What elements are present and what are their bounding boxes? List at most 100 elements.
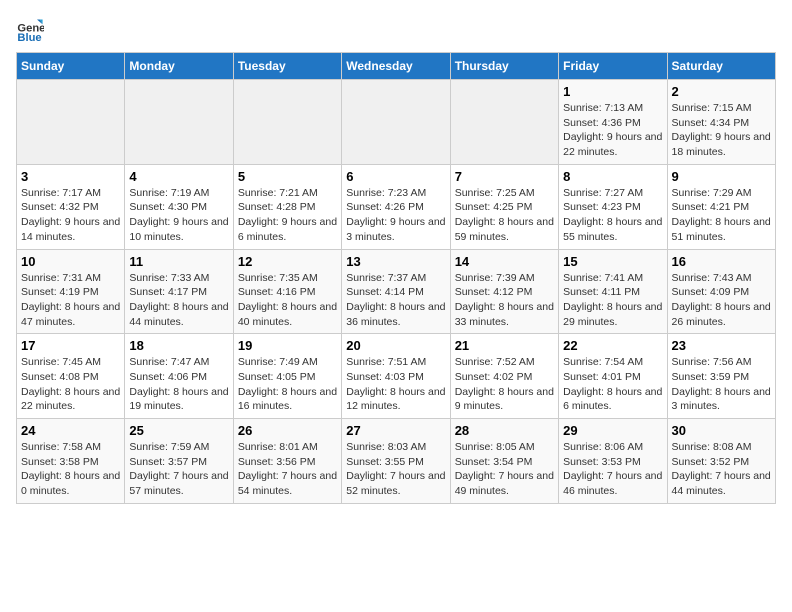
day-info: Sunrise: 7:47 AM Sunset: 4:06 PM Dayligh… bbox=[129, 355, 228, 414]
calendar-cell: 3 Sunrise: 7:17 AM Sunset: 4:32 PM Daylig… bbox=[17, 164, 125, 249]
day-info: Sunrise: 7:59 AM Sunset: 3:57 PM Dayligh… bbox=[129, 440, 228, 499]
calendar-cell: 28 Sunrise: 8:05 AM Sunset: 3:54 PM Dayli… bbox=[450, 419, 558, 504]
day-info: Sunrise: 8:01 AM Sunset: 3:56 PM Dayligh… bbox=[238, 440, 337, 499]
day-number: 4 bbox=[129, 169, 228, 184]
calendar-cell: 29Sunrise: 8:06 AM Sunset: 3:53 PM Dayli… bbox=[559, 419, 667, 504]
logo: General Blue bbox=[16, 16, 44, 44]
calendar-cell: 23Sunrise: 7:56 AM Sunset: 3:59 PM Dayli… bbox=[667, 334, 775, 419]
calendar-cell: 2Sunrise: 7:15 AM Sunset: 4:34 PM Daylig… bbox=[667, 80, 775, 165]
day-info: Sunrise: 8:06 AM Sunset: 3:53 PM Dayligh… bbox=[563, 440, 662, 499]
calendar-week-row: 1 Sunrise: 7:13 AM Sunset: 4:36 PM Daylig… bbox=[17, 80, 776, 165]
calendar-cell: 4 Sunrise: 7:19 AM Sunset: 4:30 PM Daylig… bbox=[125, 164, 233, 249]
calendar-cell: 9 Sunrise: 7:29 AM Sunset: 4:21 PM Daylig… bbox=[667, 164, 775, 249]
day-info: Sunrise: 7:29 AM Sunset: 4:21 PM Dayligh… bbox=[672, 186, 771, 245]
calendar-cell: 5 Sunrise: 7:21 AM Sunset: 4:28 PM Daylig… bbox=[233, 164, 341, 249]
calendar-cell: 11 Sunrise: 7:33 AM Sunset: 4:17 PM Dayli… bbox=[125, 249, 233, 334]
day-number: 30 bbox=[672, 423, 771, 438]
day-info: Sunrise: 7:37 AM Sunset: 4:14 PM Dayligh… bbox=[346, 271, 445, 330]
day-number: 5 bbox=[238, 169, 337, 184]
calendar-cell: 24 Sunrise: 7:58 AM Sunset: 3:58 PM Dayli… bbox=[17, 419, 125, 504]
logo-icon: General Blue bbox=[16, 16, 44, 44]
day-header-friday: Friday bbox=[559, 53, 667, 80]
calendar-cell: 21 Sunrise: 7:52 AM Sunset: 4:02 PM Dayli… bbox=[450, 334, 558, 419]
day-number: 8 bbox=[563, 169, 662, 184]
day-number: 6 bbox=[346, 169, 445, 184]
day-info: Sunrise: 7:58 AM Sunset: 3:58 PM Dayligh… bbox=[21, 440, 120, 499]
calendar-cell: 14 Sunrise: 7:39 AM Sunset: 4:12 PM Dayli… bbox=[450, 249, 558, 334]
day-info: Sunrise: 7:25 AM Sunset: 4:25 PM Dayligh… bbox=[455, 186, 554, 245]
day-info: Sunrise: 7:41 AM Sunset: 4:11 PM Dayligh… bbox=[563, 271, 662, 330]
calendar-cell: 25 Sunrise: 7:59 AM Sunset: 3:57 PM Dayli… bbox=[125, 419, 233, 504]
day-number: 16 bbox=[672, 254, 771, 269]
day-number: 18 bbox=[129, 338, 228, 353]
calendar-cell: 10Sunrise: 7:31 AM Sunset: 4:19 PM Dayli… bbox=[17, 249, 125, 334]
calendar-cell bbox=[125, 80, 233, 165]
day-info: Sunrise: 7:23 AM Sunset: 4:26 PM Dayligh… bbox=[346, 186, 445, 245]
calendar-cell: 6 Sunrise: 7:23 AM Sunset: 4:26 PM Daylig… bbox=[342, 164, 450, 249]
calendar-cell: 27Sunrise: 8:03 AM Sunset: 3:55 PM Dayli… bbox=[342, 419, 450, 504]
calendar-cell bbox=[342, 80, 450, 165]
day-info: Sunrise: 7:49 AM Sunset: 4:05 PM Dayligh… bbox=[238, 355, 337, 414]
day-info: Sunrise: 8:05 AM Sunset: 3:54 PM Dayligh… bbox=[455, 440, 554, 499]
day-info: Sunrise: 8:08 AM Sunset: 3:52 PM Dayligh… bbox=[672, 440, 771, 499]
calendar-cell: 15 Sunrise: 7:41 AM Sunset: 4:11 PM Dayli… bbox=[559, 249, 667, 334]
calendar-cell: 7 Sunrise: 7:25 AM Sunset: 4:25 PM Daylig… bbox=[450, 164, 558, 249]
day-number: 3 bbox=[21, 169, 120, 184]
calendar-week-row: 24 Sunrise: 7:58 AM Sunset: 3:58 PM Dayli… bbox=[17, 419, 776, 504]
calendar-cell: 22 Sunrise: 7:54 AM Sunset: 4:01 PM Dayli… bbox=[559, 334, 667, 419]
day-number: 14 bbox=[455, 254, 554, 269]
day-info: Sunrise: 7:39 AM Sunset: 4:12 PM Dayligh… bbox=[455, 271, 554, 330]
calendar-week-row: 10Sunrise: 7:31 AM Sunset: 4:19 PM Dayli… bbox=[17, 249, 776, 334]
calendar-cell bbox=[450, 80, 558, 165]
day-number: 1 bbox=[563, 84, 662, 99]
day-number: 2 bbox=[672, 84, 771, 99]
day-number: 10 bbox=[21, 254, 120, 269]
day-number: 12 bbox=[238, 254, 337, 269]
calendar-week-row: 3 Sunrise: 7:17 AM Sunset: 4:32 PM Daylig… bbox=[17, 164, 776, 249]
day-header-monday: Monday bbox=[125, 53, 233, 80]
calendar-cell: 18 Sunrise: 7:47 AM Sunset: 4:06 PM Dayli… bbox=[125, 334, 233, 419]
day-number: 24 bbox=[21, 423, 120, 438]
day-info: Sunrise: 7:27 AM Sunset: 4:23 PM Dayligh… bbox=[563, 186, 662, 245]
day-info: Sunrise: 8:03 AM Sunset: 3:55 PM Dayligh… bbox=[346, 440, 445, 499]
calendar-cell: 8 Sunrise: 7:27 AM Sunset: 4:23 PM Daylig… bbox=[559, 164, 667, 249]
day-header-thursday: Thursday bbox=[450, 53, 558, 80]
svg-text:Blue: Blue bbox=[17, 32, 41, 44]
calendar-cell: 17 Sunrise: 7:45 AM Sunset: 4:08 PM Dayli… bbox=[17, 334, 125, 419]
day-number: 7 bbox=[455, 169, 554, 184]
day-number: 21 bbox=[455, 338, 554, 353]
calendar-table: SundayMondayTuesdayWednesdayThursdayFrid… bbox=[16, 52, 776, 504]
day-info: Sunrise: 7:19 AM Sunset: 4:30 PM Dayligh… bbox=[129, 186, 228, 245]
day-header-wednesday: Wednesday bbox=[342, 53, 450, 80]
day-header-tuesday: Tuesday bbox=[233, 53, 341, 80]
calendar-week-row: 17 Sunrise: 7:45 AM Sunset: 4:08 PM Dayli… bbox=[17, 334, 776, 419]
calendar-cell: 1 Sunrise: 7:13 AM Sunset: 4:36 PM Daylig… bbox=[559, 80, 667, 165]
day-info: Sunrise: 7:17 AM Sunset: 4:32 PM Dayligh… bbox=[21, 186, 120, 245]
day-info: Sunrise: 7:35 AM Sunset: 4:16 PM Dayligh… bbox=[238, 271, 337, 330]
calendar-cell: 12 Sunrise: 7:35 AM Sunset: 4:16 PM Dayli… bbox=[233, 249, 341, 334]
calendar-cell bbox=[233, 80, 341, 165]
calendar-cell bbox=[17, 80, 125, 165]
day-number: 28 bbox=[455, 423, 554, 438]
day-number: 15 bbox=[563, 254, 662, 269]
day-info: Sunrise: 7:51 AM Sunset: 4:03 PM Dayligh… bbox=[346, 355, 445, 414]
day-number: 17 bbox=[21, 338, 120, 353]
day-number: 25 bbox=[129, 423, 228, 438]
calendar-cell: 26 Sunrise: 8:01 AM Sunset: 3:56 PM Dayli… bbox=[233, 419, 341, 504]
day-info: Sunrise: 7:13 AM Sunset: 4:36 PM Dayligh… bbox=[563, 101, 662, 160]
day-info: Sunrise: 7:52 AM Sunset: 4:02 PM Dayligh… bbox=[455, 355, 554, 414]
day-info: Sunrise: 7:54 AM Sunset: 4:01 PM Dayligh… bbox=[563, 355, 662, 414]
day-number: 22 bbox=[563, 338, 662, 353]
day-number: 11 bbox=[129, 254, 228, 269]
calendar-cell: 13 Sunrise: 7:37 AM Sunset: 4:14 PM Dayli… bbox=[342, 249, 450, 334]
calendar-cell: 19Sunrise: 7:49 AM Sunset: 4:05 PM Dayli… bbox=[233, 334, 341, 419]
day-number: 13 bbox=[346, 254, 445, 269]
day-info: Sunrise: 7:21 AM Sunset: 4:28 PM Dayligh… bbox=[238, 186, 337, 245]
day-info: Sunrise: 7:45 AM Sunset: 4:08 PM Dayligh… bbox=[21, 355, 120, 414]
day-number: 9 bbox=[672, 169, 771, 184]
page-header: General Blue bbox=[16, 16, 776, 44]
calendar-cell: 16Sunrise: 7:43 AM Sunset: 4:09 PM Dayli… bbox=[667, 249, 775, 334]
day-info: Sunrise: 7:33 AM Sunset: 4:17 PM Dayligh… bbox=[129, 271, 228, 330]
day-number: 26 bbox=[238, 423, 337, 438]
day-header-saturday: Saturday bbox=[667, 53, 775, 80]
